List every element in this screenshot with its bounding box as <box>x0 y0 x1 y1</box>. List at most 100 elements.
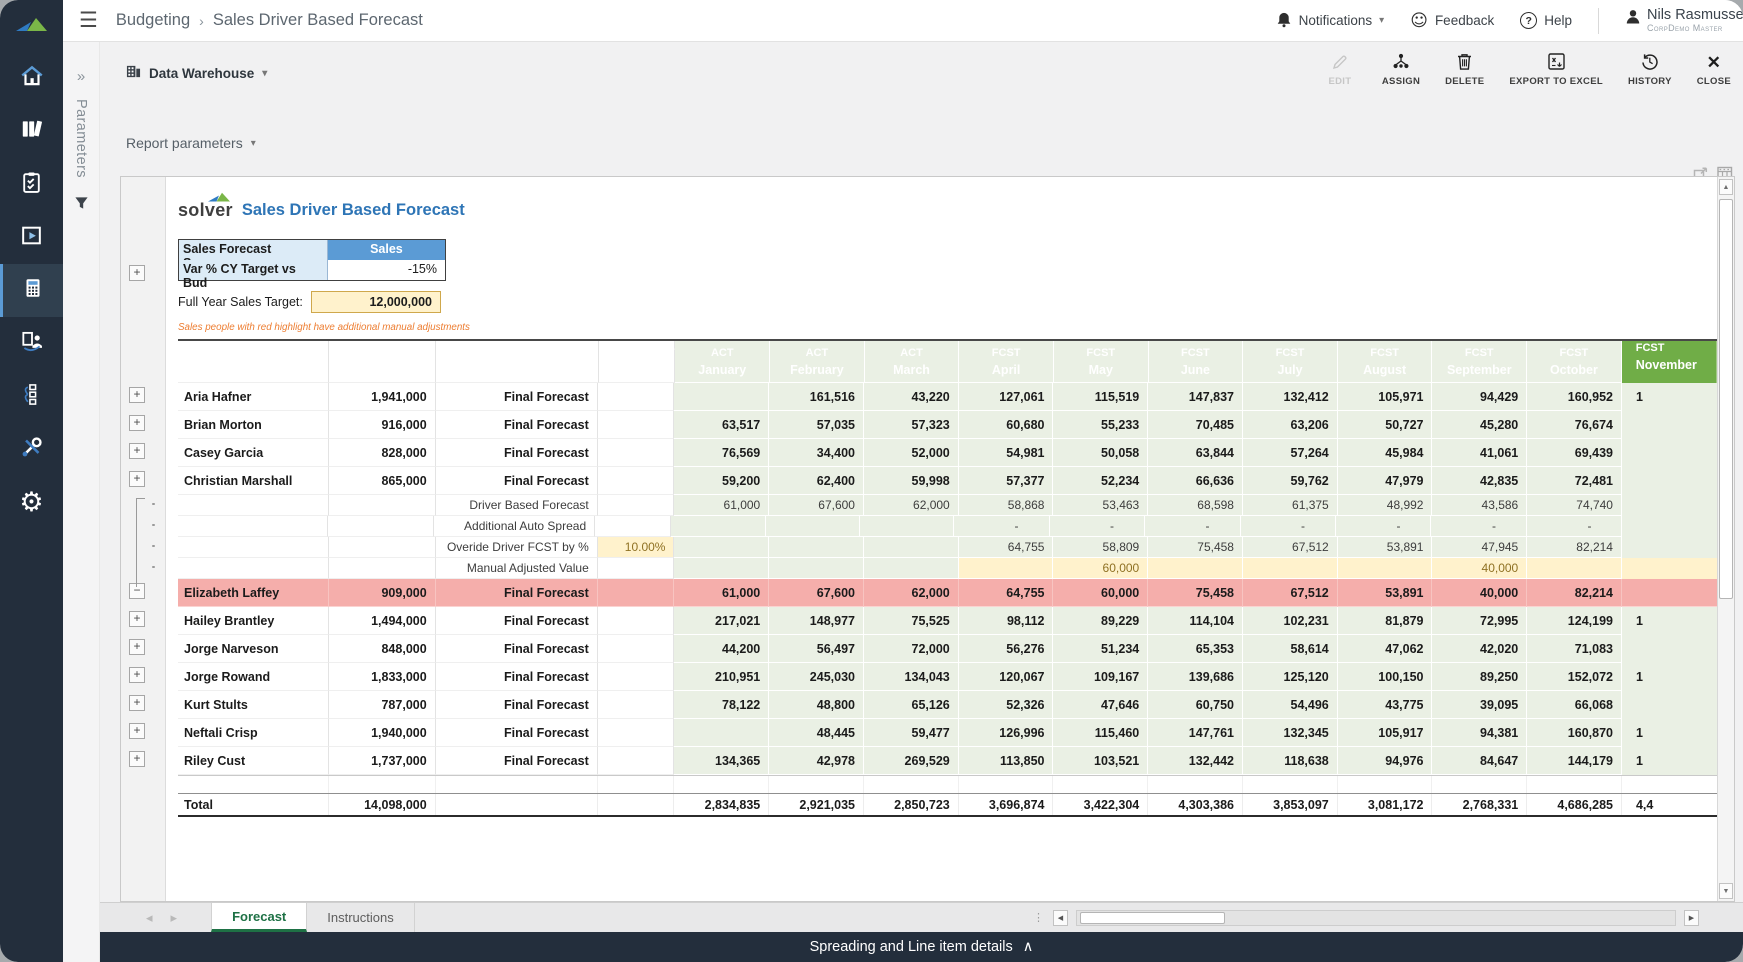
table-cell[interactable]: Final Forecast <box>436 747 598 775</box>
scroll-down-button[interactable]: ▼ <box>1719 883 1733 899</box>
column-header[interactable]: Sales Person <box>178 341 329 383</box>
table-cell[interactable]: 45,984 <box>1338 439 1433 467</box>
table-cell[interactable]: 148,977 <box>769 607 864 635</box>
table-cell[interactable] <box>1622 537 1717 558</box>
table-cell[interactable]: 40,000 <box>1432 558 1527 579</box>
data-source-dropdown[interactable]: Data Warehouse ▾ <box>126 64 267 82</box>
summary-row-value[interactable]: -15% <box>328 260 445 280</box>
sidebar-item-home[interactable] <box>0 52 63 105</box>
table-cell[interactable] <box>671 516 765 537</box>
table-cell[interactable]: 147,761 <box>1148 719 1243 747</box>
expand-row-button[interactable]: + <box>129 723 145 739</box>
table-cell[interactable]: 64,755 <box>959 579 1054 607</box>
expand-row-button[interactable]: + <box>129 471 145 487</box>
table-cell[interactable]: 47,979 <box>1338 467 1433 495</box>
table-cell[interactable]: - <box>1050 516 1145 537</box>
expand-row-button[interactable]: + <box>129 751 145 767</box>
table-cell[interactable]: 62,000 <box>864 495 959 516</box>
table-cell[interactable] <box>598 579 675 607</box>
table-cell[interactable]: 54,496 <box>1243 691 1338 719</box>
table-cell[interactable]: 57,377 <box>959 467 1054 495</box>
table-cell[interactable] <box>674 719 769 747</box>
table-cell[interactable] <box>1338 558 1433 579</box>
table-cell[interactable]: 132,412 <box>1243 383 1338 411</box>
table-cell[interactable] <box>1622 776 1717 793</box>
breadcrumb-budgeting[interactable]: Budgeting <box>116 11 190 30</box>
assign-button[interactable]: ASSIGN <box>1382 52 1420 87</box>
column-header[interactable]: FY Budget Total <box>329 341 436 383</box>
table-cell[interactable]: 42,835 <box>1432 467 1527 495</box>
table-cell[interactable] <box>329 495 436 516</box>
sidebar-item-settings[interactable]: ⚙ <box>0 476 63 529</box>
table-cell[interactable]: 57,264 <box>1243 439 1338 467</box>
table-cell[interactable]: 10.00% <box>598 537 675 558</box>
table-cell[interactable] <box>1338 776 1433 793</box>
table-cell[interactable]: 217,021 <box>674 607 769 635</box>
table-cell[interactable]: 102,231 <box>1243 607 1338 635</box>
table-cell[interactable]: 3,696,874 <box>959 794 1054 815</box>
table-cell[interactable] <box>1243 558 1338 579</box>
table-cell[interactable]: 82,214 <box>1527 579 1622 607</box>
table-cell[interactable] <box>329 558 436 579</box>
table-cell[interactable] <box>1622 635 1717 663</box>
table-cell[interactable] <box>864 558 959 579</box>
expand-row-button[interactable]: + <box>129 387 145 403</box>
table-cell[interactable]: 63,517 <box>674 411 769 439</box>
table-cell[interactable]: Christian Marshall <box>178 467 329 495</box>
table-cell[interactable]: - <box>1336 516 1431 537</box>
table-cell[interactable]: 48,800 <box>769 691 864 719</box>
table-cell[interactable]: 50,727 <box>1338 411 1433 439</box>
table-cell[interactable]: 50,058 <box>1053 439 1148 467</box>
vscroll-thumb[interactable] <box>1719 199 1733 599</box>
table-cell[interactable] <box>864 776 959 793</box>
table-cell[interactable]: 160,870 <box>1527 719 1622 747</box>
table-cell[interactable]: 147,837 <box>1148 383 1243 411</box>
help-link[interactable]: ? Help <box>1520 12 1572 29</box>
table-cell[interactable]: 51,234 <box>1053 635 1148 663</box>
table-cell[interactable]: 52,326 <box>959 691 1054 719</box>
table-cell[interactable]: 53,891 <box>1338 579 1433 607</box>
column-header[interactable]: FCSTApril <box>959 341 1054 383</box>
table-cell[interactable]: 76,674 <box>1527 411 1622 439</box>
table-cell[interactable]: 916,000 <box>329 411 436 439</box>
table-cell[interactable] <box>1622 495 1717 516</box>
table-cell[interactable]: 48,445 <box>769 719 864 747</box>
table-cell[interactable] <box>864 537 959 558</box>
table-cell[interactable]: 2,921,035 <box>769 794 864 815</box>
table-cell[interactable]: 134,043 <box>864 663 959 691</box>
next-sheet-icon[interactable]: ▸ <box>171 910 178 926</box>
table-cell[interactable]: 94,976 <box>1338 747 1433 775</box>
table-cell[interactable]: 909,000 <box>329 579 436 607</box>
delete-button[interactable]: DELETE <box>1445 52 1484 87</box>
table-cell[interactable] <box>1148 776 1243 793</box>
column-header[interactable]: FCSTOctober <box>1527 341 1622 383</box>
table-cell[interactable] <box>178 537 329 558</box>
hscroll-track[interactable] <box>1076 910 1676 926</box>
table-cell[interactable]: 1 <box>1622 747 1717 775</box>
table-cell[interactable]: Final Forecast <box>436 411 598 439</box>
table-cell[interactable]: Final Forecast <box>436 467 598 495</box>
expand-row-button[interactable]: + <box>129 639 145 655</box>
table-cell[interactable]: 52,000 <box>864 439 959 467</box>
table-cell[interactable] <box>598 794 675 815</box>
table-cell[interactable]: 47,062 <box>1338 635 1433 663</box>
scroll-right-button[interactable]: ▶ <box>1684 910 1699 926</box>
column-header[interactable]: ACTMarch <box>865 341 960 383</box>
table-cell[interactable]: 58,868 <box>959 495 1054 516</box>
sidebar-item-tasks[interactable] <box>0 158 63 211</box>
table-cell[interactable]: Brian Morton <box>178 411 329 439</box>
table-cell[interactable] <box>598 607 675 635</box>
table-cell[interactable]: 40,000 <box>1432 579 1527 607</box>
table-cell[interactable]: Final Forecast <box>436 607 598 635</box>
column-header[interactable]: FCSTMay <box>1054 341 1149 383</box>
table-cell[interactable]: - <box>1527 516 1622 537</box>
sidebar-item-reports[interactable] <box>0 211 63 264</box>
table-cell[interactable]: 43,220 <box>864 383 959 411</box>
table-cell[interactable]: Driver Based Forecast <box>436 495 598 516</box>
table-cell[interactable]: 71,083 <box>1527 635 1622 663</box>
table-cell[interactable]: 58,809 <box>1053 537 1148 558</box>
column-header[interactable]: ACTJanuary <box>675 341 770 383</box>
table-cell[interactable]: 109,167 <box>1053 663 1148 691</box>
sidebar-item-admin-tools[interactable] <box>0 423 63 476</box>
solver-logo[interactable] <box>0 0 63 52</box>
